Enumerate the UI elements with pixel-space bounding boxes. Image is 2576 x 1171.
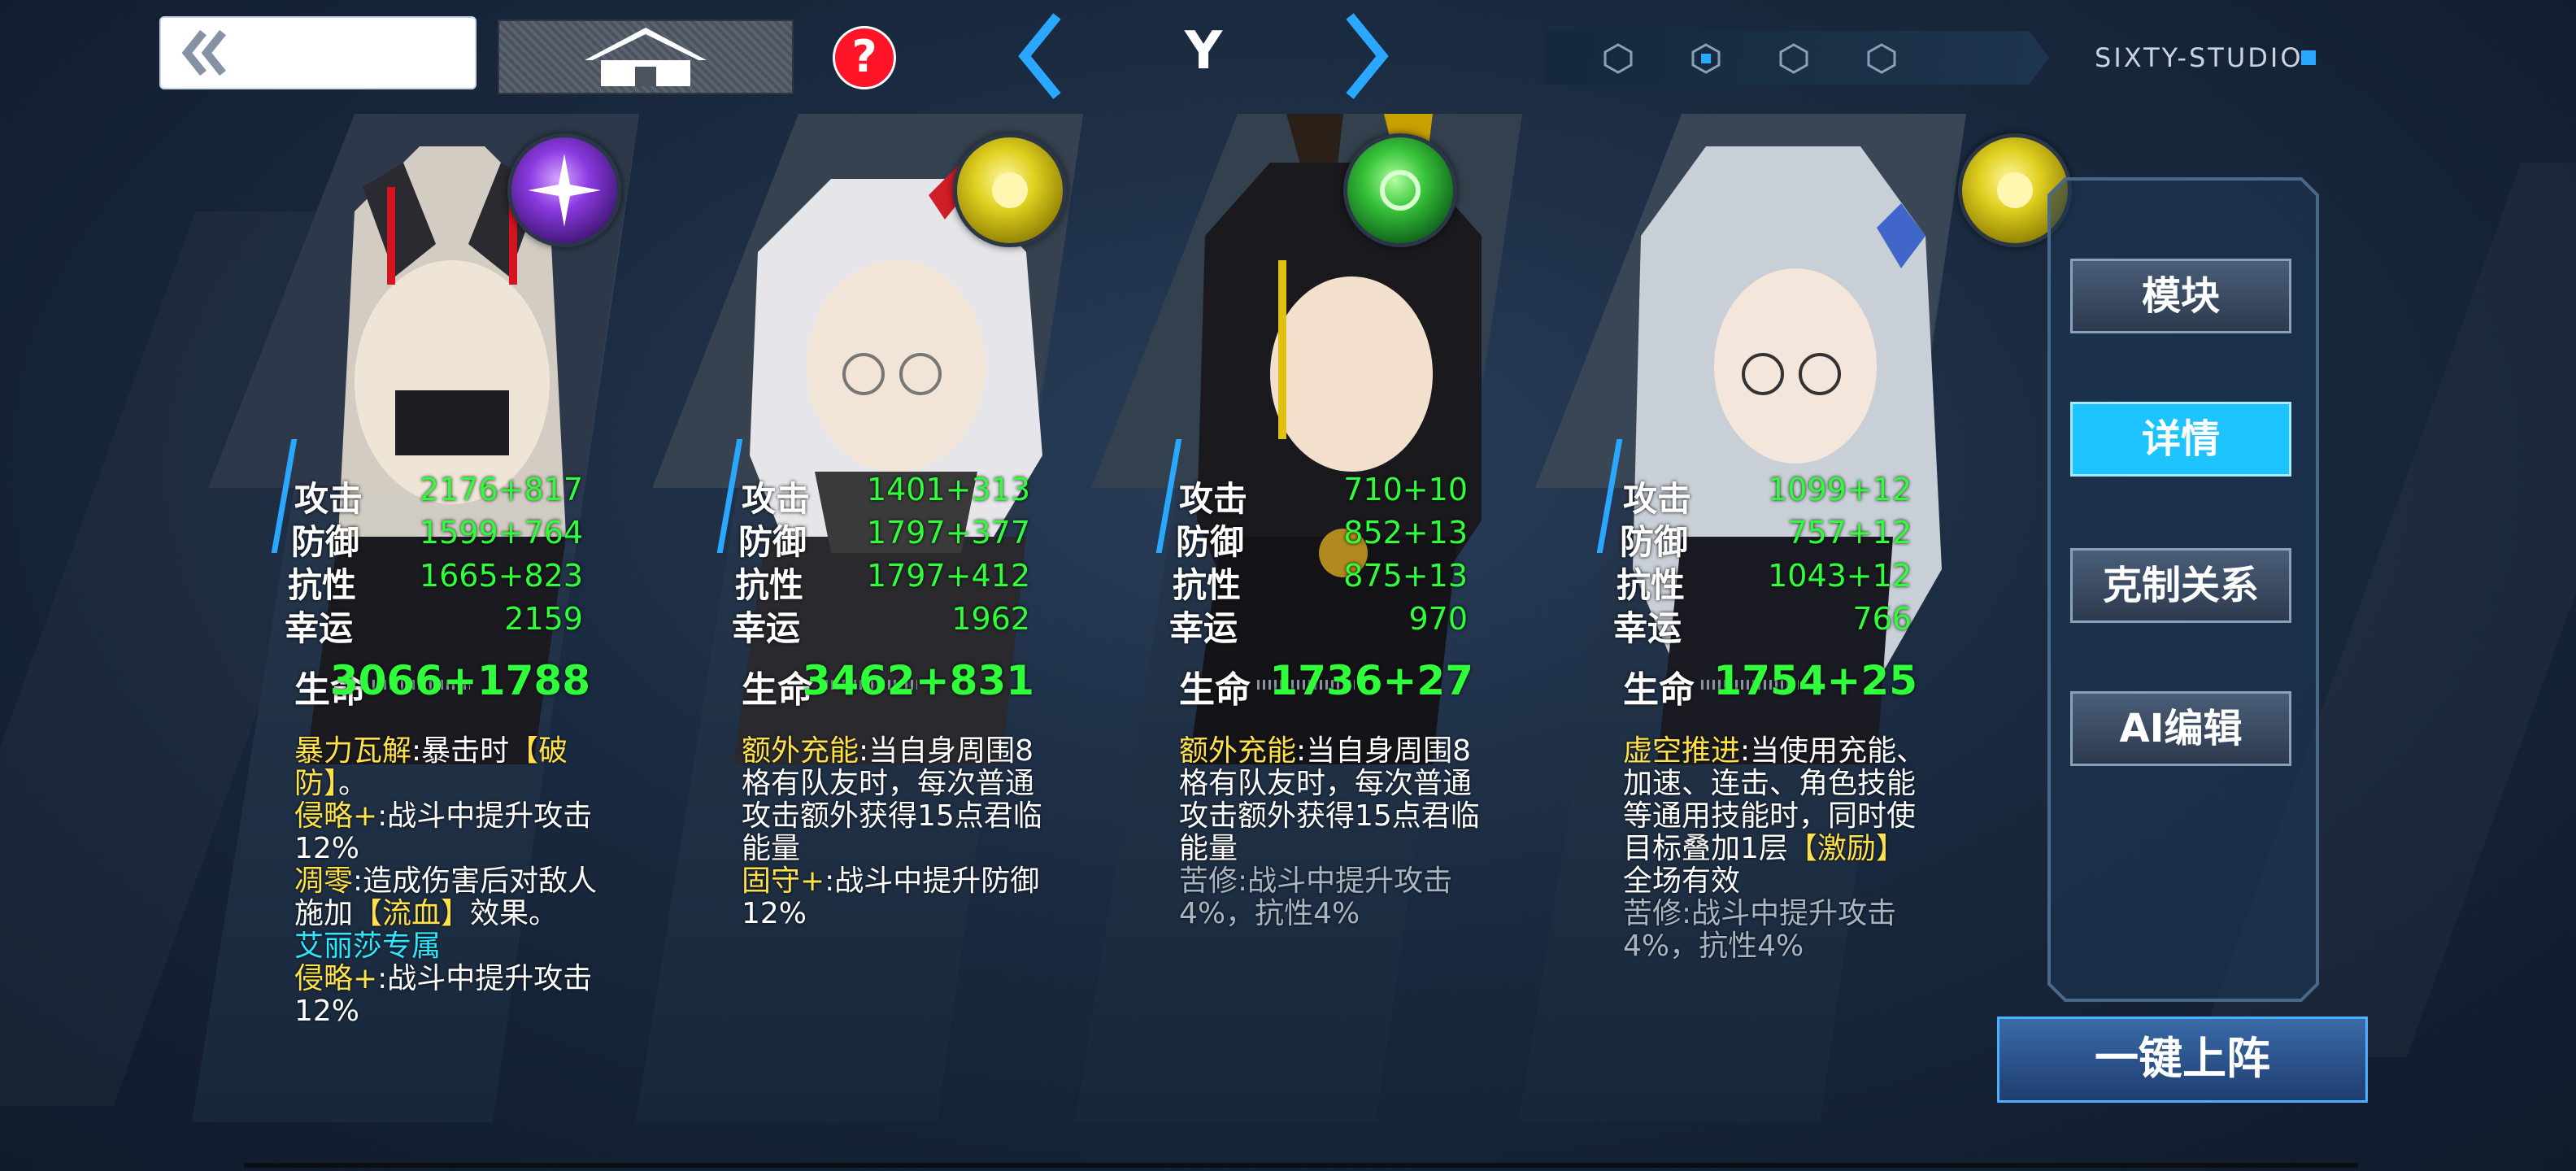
- prev-arrow-icon[interactable]: [1016, 11, 1065, 101]
- skill-list: 额外充能:当自身周围8格有队友时，每次普通攻击额外获得15点君临能量 固守+:战…: [742, 735, 1051, 930]
- details-button[interactable]: 详情: [2070, 402, 2291, 477]
- stat-hp: 生命 1754+25: [1623, 657, 1917, 711]
- skill-item: 侵略+:战斗中提升攻击12%: [294, 799, 593, 865]
- character-card-3[interactable]: 攻击 710+10 防御 852+13 抗性 875+13 幸运 970 生命 1736+…: [1075, 114, 1522, 1122]
- skill-item: 侵略+:战斗中提升攻击12%: [294, 962, 593, 1028]
- element-orb-purple-icon: [507, 133, 621, 247]
- stat-luck: 幸运 2159: [285, 601, 583, 648]
- skill-item: 苦修:战斗中提升攻击4%，抗性4%: [1179, 864, 1453, 930]
- element-orb-yellow-icon: [953, 133, 1067, 247]
- character-card-2[interactable]: 攻击 1401+313 防御 1797+377 抗性 1797+412 幸运 1962 …: [636, 114, 1083, 1122]
- skill-item: 凋零:造成伤害后对敌人施加【流血】效果。: [294, 864, 598, 930]
- leaf-glyph-icon: [1380, 170, 1421, 211]
- star-glyph-icon: [528, 154, 601, 227]
- stat-attack: 攻击 2176+817: [294, 472, 583, 519]
- stat-defense: 防御 757+12: [1620, 515, 1912, 562]
- page-dot-icon[interactable]: [1865, 42, 1898, 75]
- bottom-divider: [244, 1163, 2358, 1168]
- element-orb-green-icon: [1343, 133, 1457, 247]
- stat-luck: 幸运 766: [1613, 601, 1912, 648]
- stat-attack: 攻击 1401+313: [742, 472, 1030, 519]
- module-button[interactable]: 模块: [2070, 259, 2291, 333]
- studio-dot-icon: [2301, 50, 2316, 65]
- studio-label: SIXTY-STUDIO: [2095, 42, 2304, 73]
- one-click-deploy-button[interactable]: 一键上阵: [1997, 1016, 2368, 1103]
- page-dot-icon[interactable]: [1778, 42, 1810, 75]
- skill-list: 额外充能:当自身周围8格有队友时，每次普通攻击额外获得15点君临能量 苦修:战斗…: [1179, 735, 1488, 930]
- skill-item: 虚空推进:当使用充能、加速、连击、角色技能等通用技能时，同时使目标叠加1层【激励…: [1623, 734, 1926, 898]
- stat-defense: 防御 1797+377: [738, 515, 1030, 562]
- page-dot-active-icon[interactable]: [1690, 42, 1722, 75]
- stat-hp: 生命 3462+831: [742, 657, 1034, 711]
- page-title: Y: [1184, 21, 1223, 81]
- skill-list: 虚空推进:当使用充能、加速、连击、角色技能等通用技能时，同时使目标叠加1层【激励…: [1623, 735, 1932, 963]
- stat-attack: 攻击 1099+12: [1623, 472, 1912, 519]
- stat-resist: 抗性 1665+823: [288, 558, 583, 605]
- skill-item: 额外充能:当自身周围8格有队友时，每次普通攻击额外获得15点君临能量: [1179, 734, 1480, 865]
- stat-resist: 抗性 1797+412: [735, 558, 1030, 605]
- stat-resist: 抗性 1043+12: [1617, 558, 1912, 605]
- counter-relation-button[interactable]: 克制关系: [2070, 548, 2291, 623]
- stat-attack: 攻击 710+10: [1179, 472, 1468, 519]
- next-arrow-icon[interactable]: [1342, 11, 1390, 101]
- skill-item: 艾丽莎专属: [294, 929, 442, 963]
- back-button[interactable]: [159, 16, 476, 89]
- stat-resist: 抗性 875+13: [1173, 558, 1468, 605]
- stat-luck: 幸运 970: [1169, 601, 1468, 648]
- skill-item: 额外充能:当自身周围8格有队友时，每次普通攻击额外获得15点君临能量: [742, 734, 1042, 865]
- skill-item: 暴力瓦解:暴击时【破防】。: [294, 734, 568, 800]
- home-button[interactable]: [498, 20, 794, 94]
- skill-list: 暴力瓦解:暴击时【破防】。 侵略+:战斗中提升攻击12% 凋零:造成伤害后对敌人…: [294, 735, 603, 1028]
- character-card-4[interactable]: 攻击 1099+12 防御 757+12 抗性 1043+12 幸运 766 生命 175…: [1519, 114, 2072, 1122]
- top-bar: ? Y SIXTY-STUDIO: [0, 0, 2576, 114]
- double-chevron-left-icon: [181, 29, 226, 76]
- stat-hp: 生命 1736+27: [1179, 657, 1473, 711]
- skill-item: 固守+:战斗中提升防御12%: [742, 864, 1040, 930]
- home-icon: [585, 28, 707, 86]
- help-button[interactable]: ?: [833, 26, 896, 89]
- skill-item: 苦修:战斗中提升攻击4%，抗性4%: [1623, 897, 1897, 963]
- character-card-1[interactable]: 攻击 2176+817 防御 1599+764 抗性 1665+823 幸运 2159 …: [192, 114, 639, 1122]
- sun-glyph-icon: [992, 172, 1028, 208]
- stat-defense: 防御 852+13: [1176, 515, 1468, 562]
- ai-edit-button[interactable]: AI编辑: [2070, 691, 2291, 766]
- question-mark-icon: ?: [851, 31, 877, 82]
- stat-hp: 生命 3066+1788: [294, 657, 590, 711]
- stat-defense: 防御 1599+764: [291, 515, 583, 562]
- page-dot-icon[interactable]: [1602, 42, 1634, 75]
- stat-luck: 幸运 1962: [732, 601, 1030, 648]
